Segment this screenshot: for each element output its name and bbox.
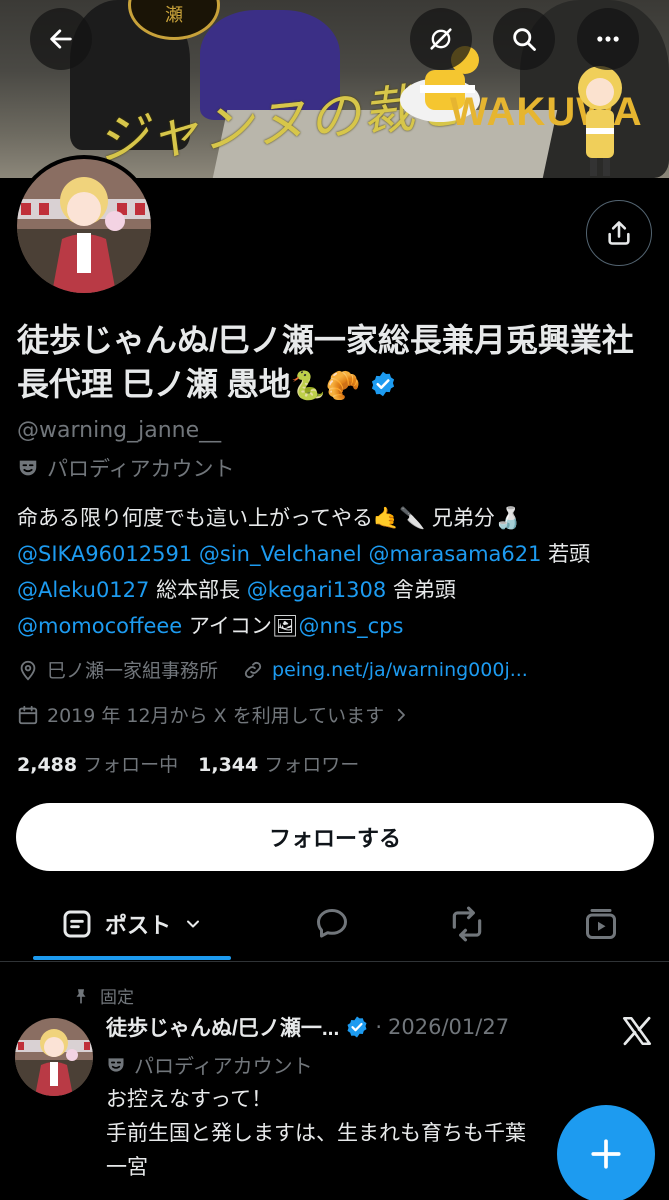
chevron-down-icon [187,920,199,928]
calendar-icon [18,705,38,724]
more-options-button[interactable] [577,8,639,70]
website[interactable]: peing.net/ja/warning000j... [242,659,528,681]
tab-reposts[interactable] [435,888,499,960]
posts-tab-icon [63,910,91,938]
bio-line: @momocoffeee アイコン🖼@nns_cps [17,608,662,644]
profile-handle: @warning_janne__ [17,418,222,443]
chevron-right-icon [397,708,406,721]
verified-badge-icon[interactable] [369,370,397,398]
profile-banner[interactable]: 瀬 ジャンヌの裁き WAKUWA [0,0,669,178]
post-body-text[interactable]: お控えなすって！ 手前生国と発しますは、生まれも育ちも千葉 一宮 [106,1082,636,1184]
search-button[interactable] [493,8,555,70]
x-logo-icon[interactable] [620,1014,654,1048]
compose-button[interactable] [557,1105,655,1200]
profile-display-name: 徒歩じゃんぬ/巳ノ瀬一家総長兼月兎興業社長代理 巳ノ瀬 愚地🐍🥐 [17,318,657,408]
bio-mention-link[interactable]: @momocoffeee [17,614,182,638]
banner-character-sticker [578,66,622,176]
joined-text: 2019 年 12月から X を利用しています [47,705,385,727]
bio-mention-link[interactable]: @Aleku0127 [17,578,149,602]
bio-mention-link[interactable]: @nns_cps [299,614,404,638]
followers-label: フォロワー [264,754,360,776]
bio-line: @Aleku0127 総本部長 @kegari1308 舎弟頭 [17,572,662,608]
post-header: 徒歩じゃんぬ/巳ノ瀬一... · 2026/01/27 [106,1012,576,1042]
pin-icon [76,988,86,1004]
bio-line: 命ある限り何度でも這い上がってやる🤙🔪 兄弟分🍶 [17,500,662,536]
bio-mention-link[interactable]: @sin_Velchanel [199,542,362,566]
profile-bio: 命ある限り何度でも這い上がってやる🤙🔪 兄弟分🍶 @SIKA96012591 @… [17,500,662,644]
active-tab-indicator [33,956,231,960]
post-parody-label: パロディアカウント [106,1050,313,1079]
post-separator: · [375,1015,383,1039]
bio-text: 命ある限り何度でも這い上がってやる🤙🔪 兄弟分🍶 [17,506,522,530]
tab-media[interactable] [569,888,633,960]
followers-link[interactable]: 1,344 フォロワー [198,750,359,777]
joined-date[interactable]: 2019 年 12月から X を利用しています [17,701,410,728]
profile-avatar[interactable] [17,159,151,293]
parody-label-text: パロディアカウント [47,457,235,481]
tab-posts[interactable]: ポスト [33,888,231,960]
follow-counts: 2,488 フォロー中 1,344 フォロワー [17,750,359,777]
back-arrow-icon [50,29,72,49]
bio-line: @SIKA96012591 @sin_Velchanel @marasama62… [17,536,662,572]
parody-label[interactable]: パロディアカウント [17,453,235,483]
more-icon [597,36,619,42]
pinned-label: 固定 [100,988,134,1008]
tab-replies[interactable] [300,888,364,960]
hide-button[interactable] [410,8,472,70]
share-profile-button[interactable] [586,200,652,266]
bio-mention-link[interactable]: @marasama621 [368,542,541,566]
location-text: 巳ノ瀬一家組事務所 [47,660,219,682]
replies-tab-icon [317,909,347,938]
profile-tabs: ポスト [0,888,669,960]
followers-count: 1,344 [198,754,259,776]
bio-mention-link[interactable]: @kegari1308 [247,578,386,602]
tab-posts-label: ポスト [104,913,171,938]
eye-slash-icon [430,28,452,50]
reposts-tab-icon [452,906,482,942]
parody-mask-icon [19,460,37,476]
location-icon [20,660,36,680]
post-author-avatar[interactable] [15,1018,93,1096]
pinned-indicator: 固定 [72,983,134,1008]
search-icon [513,28,536,51]
bio-text: 若頭 [548,542,591,566]
display-name-emojis: 🐍🥐 [290,370,361,401]
website-link[interactable]: peing.net/ja/warning000j... [272,659,528,681]
back-button[interactable] [30,8,92,70]
following-link[interactable]: 2,488 フォロー中 [17,750,178,777]
following-count: 2,488 [17,754,78,776]
post-parody-text: パロディアカウント [134,1054,313,1078]
link-icon [244,661,262,678]
parody-mask-icon [108,1057,124,1072]
bio-text: 舎弟頭 [392,578,456,602]
profile-meta: 巳ノ瀬一家組事務所 peing.net/ja/warning000j... [17,656,657,683]
bio-mention-link[interactable]: @SIKA96012591 [17,542,192,566]
location: 巳ノ瀬一家組事務所 [17,656,218,683]
verified-badge-icon[interactable] [345,1015,369,1039]
compose-plus-icon [591,1139,621,1169]
bio-text: アイコン🖼 [188,614,299,638]
post-author-name[interactable]: 徒歩じゃんぬ/巳ノ瀬一... [106,1012,339,1042]
tabs-divider [0,961,669,962]
share-icon [608,221,630,245]
media-tab-icon [586,909,616,939]
post-date[interactable]: 2026/01/27 [388,1015,509,1039]
follow-button[interactable]: フォローする [16,803,654,871]
bio-text: 総本部長 [156,578,241,602]
following-label: フォロー中 [83,754,179,776]
